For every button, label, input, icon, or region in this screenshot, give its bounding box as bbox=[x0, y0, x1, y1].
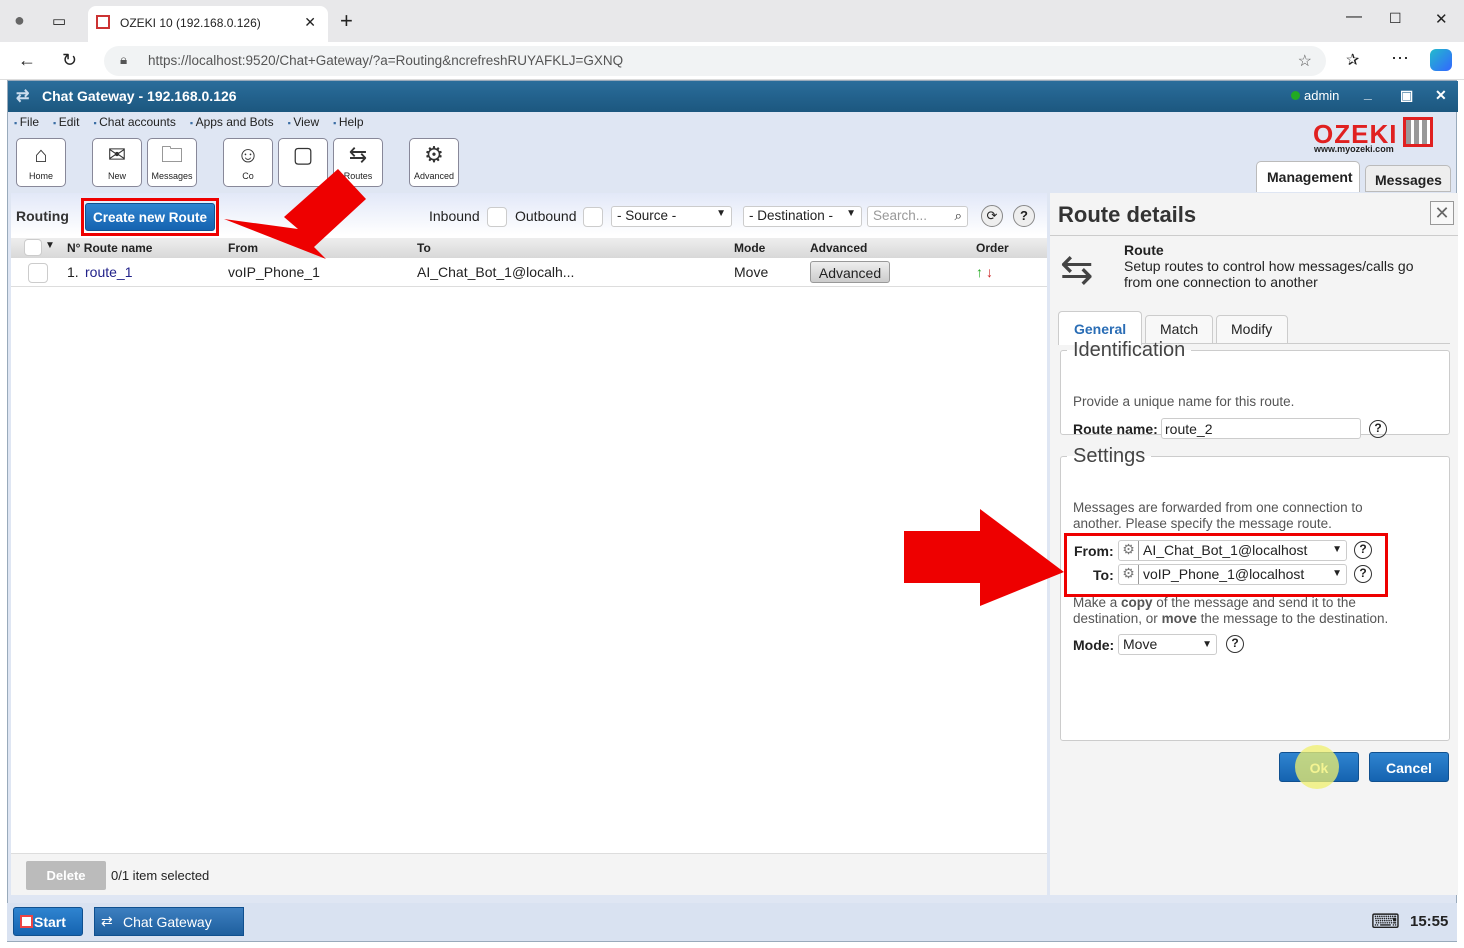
close-window-icon[interactable]: ✕ bbox=[1435, 10, 1448, 28]
refresh-icon[interactable]: ↻ bbox=[62, 50, 77, 71]
ozeki-favicon-icon bbox=[96, 15, 110, 29]
url-input[interactable]: 🔒︎ https://localhost:9520/Chat+Gateway/?a… bbox=[104, 46, 1326, 76]
favorite-star-icon[interactable]: ☆ bbox=[1298, 51, 1312, 71]
tab-actions-icon[interactable]: ▭ bbox=[52, 12, 66, 30]
more-icon[interactable]: ⋯ bbox=[1391, 48, 1409, 69]
annotation-arrows bbox=[224, 169, 1064, 606]
browser-tab-strip: ● ▭ OZEKI 10 (192.168.0.126) ✕ + — ☐ ✕ bbox=[0, 0, 1464, 42]
annotation-arrow bbox=[904, 509, 1064, 606]
profile-icon[interactable]: ● bbox=[14, 10, 25, 31]
favorites-icon[interactable]: ✰ bbox=[1346, 50, 1359, 70]
maximize-icon[interactable]: ☐ bbox=[1389, 10, 1402, 27]
start-label: Start bbox=[34, 914, 66, 930]
url-text: https://localhost:9520/Chat+Gateway/?a=R… bbox=[148, 53, 624, 68]
chat-gateway-icon: ⇄ bbox=[101, 913, 113, 929]
annotation-arrow bbox=[224, 169, 366, 259]
taskbar-chat-gateway[interactable]: ⇄ Chat Gateway bbox=[94, 907, 244, 936]
new-tab-icon[interactable]: + bbox=[340, 8, 353, 34]
taskbar-app-label: Chat Gateway bbox=[123, 914, 212, 930]
close-tab-icon[interactable]: ✕ bbox=[304, 14, 316, 31]
address-bar-row: ← ↻ 🔒︎ https://localhost:9520/Chat+Gatewa… bbox=[0, 42, 1464, 80]
keyboard-icon[interactable]: ⌨ bbox=[1371, 909, 1400, 934]
back-icon[interactable]: ← bbox=[18, 50, 36, 71]
start-button[interactable]: Start bbox=[13, 907, 83, 936]
lock-icon: 🔒︎ bbox=[120, 52, 128, 67]
tab-title: OZEKI 10 (192.168.0.126) bbox=[120, 16, 261, 30]
taskbar: Start ⇄ Chat Gateway ⌨ 15:55 bbox=[7, 903, 1457, 941]
minimize-icon[interactable]: — bbox=[1346, 8, 1362, 26]
copilot-icon[interactable] bbox=[1430, 49, 1452, 71]
browser-tab[interactable]: OZEKI 10 (192.168.0.126) ✕ bbox=[88, 6, 328, 42]
clock: 15:55 bbox=[1410, 913, 1449, 930]
app-window: ⇄ Chat Gateway - 192.168.0.126 admin _ ▣… bbox=[7, 80, 1458, 942]
start-icon bbox=[20, 915, 33, 928]
